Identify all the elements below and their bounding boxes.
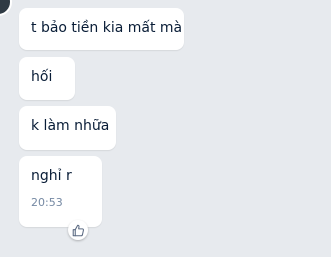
message-bubble[interactable]: nghỉ r 20:53 (19, 156, 102, 227)
message-bubble[interactable]: t bảo tiền kia mất mà (19, 8, 184, 50)
reaction-button[interactable] (68, 220, 88, 240)
message-text: nghỉ r (31, 168, 72, 184)
sender-avatar[interactable] (0, 0, 12, 16)
chat-area: t bảo tiền kia mất mà hối k làm nhữa ngh… (0, 0, 331, 257)
message-bubble[interactable]: k làm nhữa (19, 106, 116, 150)
message-text: hối (31, 69, 53, 85)
message-text: k làm nhữa (31, 118, 110, 134)
message-text: t bảo tiền kia mất mà (31, 20, 183, 36)
message-bubble[interactable]: hối (19, 57, 75, 100)
message-timestamp: 20:53 (31, 196, 63, 209)
thumbs-up-icon (72, 224, 85, 237)
